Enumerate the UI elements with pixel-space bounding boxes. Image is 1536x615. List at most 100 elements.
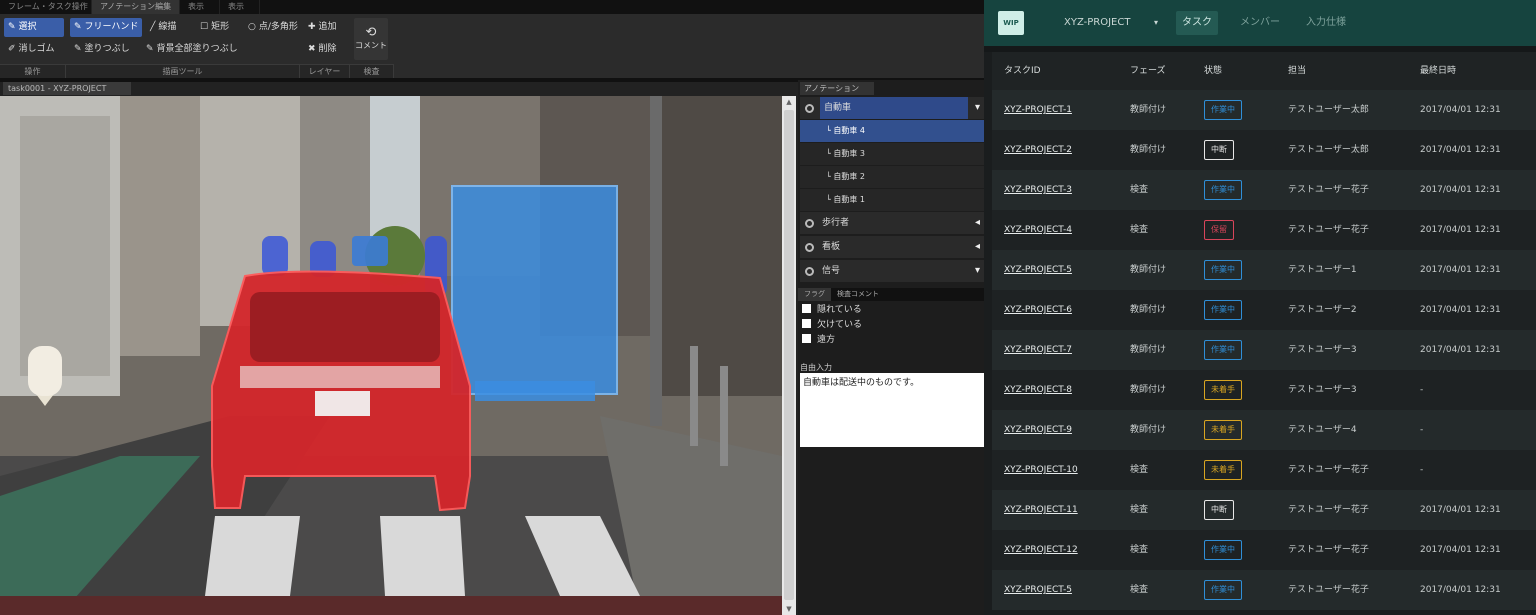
task-phase: 検査 [1130,185,1149,195]
annotation-canvas[interactable] [0,96,782,615]
scroll-down-icon[interactable]: ▼ [782,603,796,615]
chevron-down-icon[interactable]: ▾ [975,260,980,282]
table-row[interactable]: XYZ-PROJECT-4 検査 保留 テストユーザー花子 2017/04/01… [992,210,1536,250]
col-phase[interactable]: フェーズ [1130,52,1166,90]
task-date: - [1420,425,1424,435]
comment-button[interactable]: ⟲ コメント [354,18,388,60]
task-id-link[interactable]: XYZ-PROJECT-3 [1004,170,1072,210]
nav-tab-input-spec[interactable]: 入力仕様 [1300,11,1352,35]
annotation-panel-tab[interactable]: アノテーション [800,82,874,95]
chevron-left-icon[interactable]: ◂ [975,212,980,234]
project-selector[interactable]: XYZ-PROJECT [1064,0,1130,46]
fill-button[interactable]: ✎ 塗りつぶし [70,40,136,59]
table-row[interactable]: XYZ-PROJECT-6 教師付け 作業中 テストユーザー2 2017/04/… [992,290,1536,330]
col-status[interactable]: 状態 [1204,52,1222,90]
app-logo[interactable]: WIP [998,11,1024,35]
instance-car-3[interactable]: └ 自動車 3 [800,143,984,165]
checkbox[interactable] [802,334,811,343]
category-signal[interactable]: 信号 ▾ [800,260,984,282]
table-row[interactable]: XYZ-PROJECT-2 教師付け 中断 テストユーザー太郎 2017/04/… [992,130,1536,170]
task-id-link[interactable]: XYZ-PROJECT-11 [1004,490,1078,530]
task-id-link[interactable]: XYZ-PROJECT-1 [1004,90,1072,130]
task-id-link[interactable]: XYZ-PROJECT-12 [1004,530,1078,570]
task-id-link[interactable]: XYZ-PROJECT-2 [1004,130,1072,170]
category-pedestrian[interactable]: 歩行者 ◂ [800,212,984,234]
checkbox[interactable] [802,319,811,328]
task-id-link[interactable]: XYZ-PROJECT-6 [1004,290,1072,330]
task-id-link[interactable]: XYZ-PROJECT-4 [1004,210,1072,250]
canvas-scrollbar[interactable]: ▲ ▼ [782,96,796,615]
flag-tabs: フラグ 検査コメント [798,288,984,301]
table-row[interactable]: XYZ-PROJECT-1 教師付け 作業中 テストユーザー太郎 2017/04… [992,90,1536,130]
table-row[interactable]: XYZ-PROJECT-7 教師付け 作業中 テストユーザー3 2017/04/… [992,330,1536,370]
menu-tab-frame[interactable]: フレーム・タスク操作 [0,0,92,14]
scroll-up-icon[interactable]: ▲ [782,96,796,108]
delete-label: 削除 [318,44,337,54]
col-assignee[interactable]: 担当 [1288,52,1306,90]
flag-truncated[interactable]: 欠けている [802,318,862,332]
instance-car-4[interactable]: └ 自動車 4 [800,120,984,142]
col-task-id[interactable]: タスクID [1004,52,1041,90]
table-row[interactable]: XYZ-PROJECT-5 検査 作業中 テストユーザー花子 2017/04/0… [992,570,1536,610]
instance-label: 自動車 4 [833,126,865,135]
group-label-inspect: 検査 [350,65,394,78]
task-id-link[interactable]: XYZ-PROJECT-8 [1004,370,1072,410]
rect-button[interactable]: ☐ 矩形 [196,18,240,37]
table-row[interactable]: XYZ-PROJECT-10 検査 未着手 テストユーザー花子 - [992,450,1536,490]
category-bullet-icon [805,219,814,228]
table-row[interactable]: XYZ-PROJECT-8 教師付け 未着手 テストユーザー3 - [992,370,1536,410]
flag-occluded[interactable]: 隠れている [802,303,862,317]
task-date: 2017/04/01 12:31 [1420,105,1501,115]
task-phase: 教師付け [1130,265,1167,275]
checkbox[interactable] [802,304,811,313]
task-id-link[interactable]: XYZ-PROJECT-10 [1004,450,1078,490]
line-button[interactable]: ╱ 線描 [146,18,192,37]
add-layer-button[interactable]: ✚ 追加 [304,18,348,37]
menu-tab-annotation-edit[interactable]: アノテーション編集 [92,0,180,14]
inspection-comment-tab[interactable]: 検査コメント [831,288,885,301]
freehand-button[interactable]: ✎ フリーハンド [70,18,142,37]
cross-icon: ✖ [308,44,316,54]
task-list-app: WIP XYZ-PROJECT ▾ タスク メンバー 入力仕様 タスクID フェ… [984,0,1536,615]
task-id-link[interactable]: XYZ-PROJECT-5 [1004,570,1072,610]
category-car[interactable]: 自動車 ▾ [800,97,984,119]
category-signboard[interactable]: 看板 ◂ [800,236,984,258]
scroll-thumb[interactable] [784,110,794,600]
chevron-down-icon[interactable]: ▾ [975,97,980,119]
nav-tab-members[interactable]: メンバー [1234,11,1286,35]
menu-tab-view-2[interactable]: 表示 [220,0,260,14]
instance-car-2[interactable]: └ 自動車 2 [800,166,984,188]
document-tab[interactable]: task0001 - XYZ-PROJECT [3,82,131,95]
freehand-label: フリーハンド [84,22,139,32]
polygon-button[interactable]: ○ 点/多角形 [244,18,300,37]
task-phase: 教師付け [1130,305,1167,315]
flag-distant[interactable]: 遠方 [802,333,835,347]
menu-tab-view[interactable]: 表示 [180,0,220,14]
table-row[interactable]: XYZ-PROJECT-11 検査 中断 テストユーザー花子 2017/04/0… [992,490,1536,530]
task-id-link[interactable]: XYZ-PROJECT-5 [1004,250,1072,290]
table-row[interactable]: XYZ-PROJECT-5 教師付け 作業中 テストユーザー1 2017/04/… [992,250,1536,290]
task-id-link[interactable]: XYZ-PROJECT-9 [1004,410,1072,450]
nav-tab-tasks[interactable]: タスク [1176,11,1218,35]
bucket-all-icon: ✎ [146,44,154,54]
delete-layer-button[interactable]: ✖ 削除 [304,40,348,59]
free-input-textarea[interactable]: 自動車は配送中のものです。 [800,373,984,447]
flag-tab[interactable]: フラグ [798,288,831,301]
circle-icon: ○ [248,22,256,32]
col-last-updated[interactable]: 最終日時 [1420,52,1456,90]
instance-car-1[interactable]: └ 自動車 1 [800,189,984,211]
table-row[interactable]: XYZ-PROJECT-9 教師付け 未着手 テストユーザー4 - [992,410,1536,450]
task-phase: 教師付け [1130,345,1167,355]
caret-down-icon[interactable]: ▾ [1154,0,1158,46]
table-row[interactable]: XYZ-PROJECT-12 検査 作業中 テストユーザー花子 2017/04/… [992,530,1536,570]
menu-tabs: フレーム・タスク操作 アノテーション編集 表示 表示 [0,0,984,14]
fill-background-button[interactable]: ✎ 背景全部塗りつぶし [142,40,238,59]
street-scene-image [0,96,782,615]
task-id-link[interactable]: XYZ-PROJECT-7 [1004,330,1072,370]
task-assignee: テストユーザー花子 [1288,185,1369,195]
status-badge: 作業中 [1204,260,1242,280]
eraser-button[interactable]: ✐ 消しゴム [4,40,66,59]
chevron-left-icon[interactable]: ◂ [975,236,980,258]
select-tool-button[interactable]: ✎ 選択 [4,18,64,37]
table-row[interactable]: XYZ-PROJECT-3 検査 作業中 テストユーザー花子 2017/04/0… [992,170,1536,210]
